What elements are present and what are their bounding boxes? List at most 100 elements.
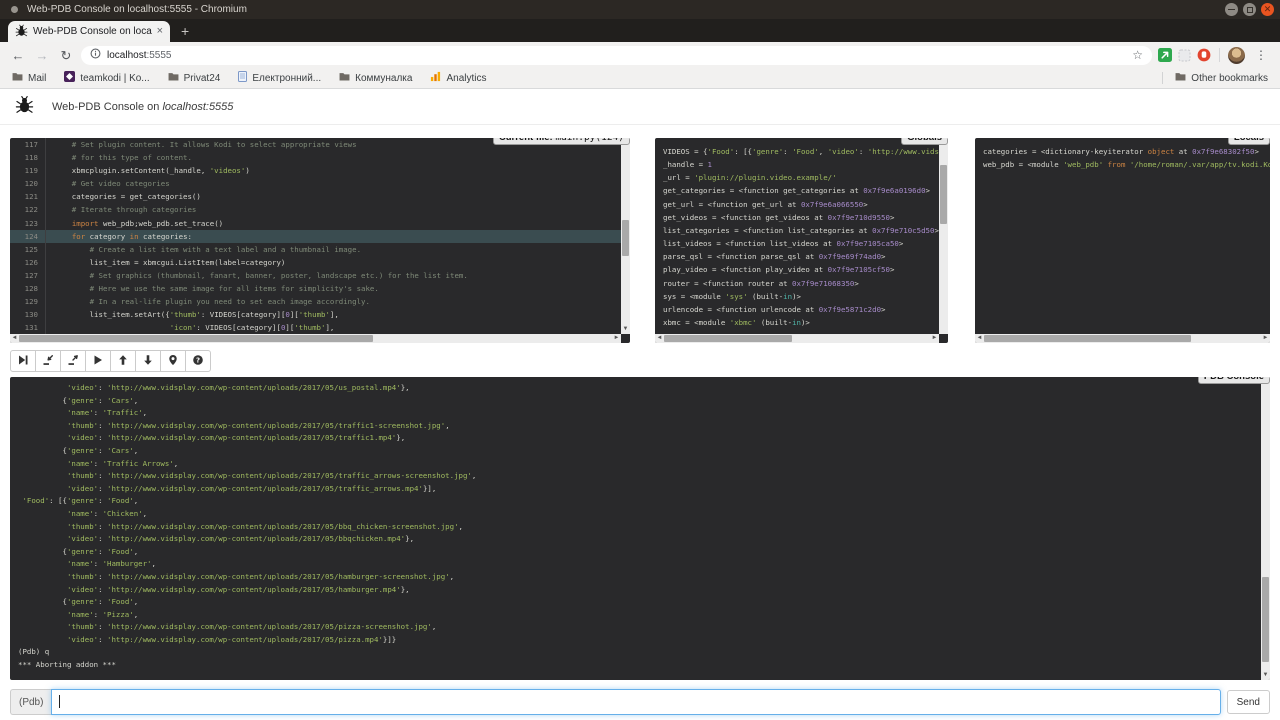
bug-logo-icon: [15, 95, 34, 119]
address-bar[interactable]: localhost:5555 ☆: [81, 46, 1152, 65]
reload-icon[interactable]: ↻: [57, 49, 75, 62]
console-line: 'name': 'Pizza',: [18, 609, 1262, 622]
console-line: {'genre': 'Cars',: [18, 395, 1262, 408]
extension-placeholder-icon[interactable]: [1178, 49, 1191, 62]
bookmark-item[interactable]: Analytics: [430, 71, 486, 85]
debug-toolbar: ?: [10, 350, 1270, 372]
extension-adblock-icon[interactable]: [1197, 48, 1211, 62]
text-caret: [59, 695, 60, 708]
console-line: *** Aborting addon ***: [18, 659, 1262, 672]
code-vertical-scrollbar[interactable]: ▲ ▼: [621, 138, 630, 334]
return-icon: [67, 354, 79, 369]
return-button[interactable]: [60, 350, 86, 372]
bug-favicon-icon: [15, 24, 28, 40]
globals-vertical-scrollbar[interactable]: [939, 138, 948, 334]
globals-panel: Globals VIDEOS = {'Food': [{'genre': 'Fo…: [655, 138, 948, 343]
bookmark-label: teamkodi | Ko...: [80, 73, 149, 84]
code-line-123: 123 import web_pdb;web_pdb.set_trace(): [10, 217, 630, 230]
console-line: 'thumb': 'http://www.vidsplay.com/wp-con…: [18, 470, 1262, 483]
maximize-button[interactable]: [1243, 3, 1256, 16]
help-icon: ?: [192, 354, 204, 369]
browser-tab[interactable]: Web-PDB Console on loca ×: [8, 21, 170, 42]
variable-line: xbmc = <module 'xbmc' (built-in)>: [663, 316, 940, 329]
kodi-icon: [64, 71, 75, 85]
next-button[interactable]: [10, 350, 36, 372]
bookmark-item[interactable]: Mail: [12, 72, 46, 84]
variable-line: _url = 'plugin://plugin.video.example/': [663, 171, 940, 184]
variable-line: list_videos = <function list_videos at 0…: [663, 237, 940, 250]
variable-line: categories = <dictionary-keyiterator obj…: [983, 145, 1262, 158]
code-line-130: 130 list_item.setArt({'thumb': VIDEOS[ca…: [10, 308, 630, 321]
console-line: {'genre': 'Food',: [18, 596, 1262, 609]
console-line: 'video': 'http://www.vidsplay.com/wp-con…: [18, 382, 1262, 395]
code-line-124: 124 for category in categories:: [10, 230, 630, 243]
bookmark-label: Електронний...: [252, 73, 321, 84]
bookmark-item[interactable]: Коммуналка: [339, 72, 412, 84]
console-line: 'thumb': 'http://www.vidsplay.com/wp-con…: [18, 621, 1262, 634]
bookmark-label: Analytics: [446, 73, 486, 84]
console-line: 'thumb': 'http://www.vidsplay.com/wp-con…: [18, 521, 1262, 534]
up-icon: [117, 354, 129, 369]
current-file-tag: Current file: main.py(124): [493, 138, 630, 145]
bookmark-label: Коммуналка: [355, 73, 412, 84]
locals-horizontal-scrollbar[interactable]: ◄ ►: [975, 334, 1270, 343]
site-info-icon[interactable]: [90, 48, 101, 62]
chart-icon: [430, 71, 441, 85]
window-titlebar: Web-PDB Console on localhost:5555 - Chro…: [0, 0, 1280, 19]
down-button[interactable]: [135, 350, 161, 372]
continue-button[interactable]: [85, 350, 111, 372]
variable-line: get_videos = <function get_videos at 0x7…: [663, 211, 940, 224]
code-line-129: 129 # In a real-life plugin you need to …: [10, 295, 630, 308]
code-line-118: 118 # for this type of content.: [10, 151, 630, 164]
forward-icon[interactable]: →: [33, 49, 51, 62]
profile-avatar[interactable]: [1228, 47, 1245, 64]
variable-line: sys = <module 'sys' (built-in)>: [663, 290, 940, 303]
variable-line: _handle = 1: [663, 158, 940, 171]
current-file-panel: Current file: main.py(124) 117 # Set plu…: [10, 138, 630, 343]
command-input[interactable]: [51, 689, 1220, 715]
console-line: 'video': 'http://www.vidsplay.com/wp-con…: [18, 584, 1262, 597]
console-line: {'genre': 'Food',: [18, 546, 1262, 559]
console-line: 'video': 'http://www.vidsplay.com/wp-con…: [18, 634, 1262, 647]
console-line: 'name': 'Hamburger',: [18, 558, 1262, 571]
back-icon[interactable]: ←: [9, 49, 27, 62]
toolbar-divider: [1219, 48, 1220, 62]
folder-icon: [168, 72, 179, 84]
code-line-126: 126 list_item = xbmcgui.ListItem(label=c…: [10, 256, 630, 269]
send-button[interactable]: Send: [1227, 690, 1270, 714]
locals-listing: categories = <dictionary-keyiterator obj…: [975, 138, 1270, 178]
pdb-console-panel: PDB Console 'video': 'http://www.vidspla…: [10, 377, 1270, 680]
variable-line: play_video = <function play_video at 0x7…: [663, 263, 940, 276]
other-bookmarks[interactable]: Other bookmarks: [1162, 72, 1268, 84]
up-button[interactable]: [110, 350, 136, 372]
console-line: 'video': 'http://www.vidsplay.com/wp-con…: [18, 432, 1262, 445]
bookmark-item[interactable]: teamkodi | Ko...: [64, 71, 149, 85]
code-listing: 117 # Set plugin content. It allows Kodi…: [10, 138, 630, 343]
folder-icon: [1175, 72, 1186, 84]
bookmark-item[interactable]: Електронний...: [238, 71, 321, 85]
code-line-122: 122 # Iterate through categories: [10, 203, 630, 216]
code-line-119: 119 xbmcplugin.setContent(_handle, 'vide…: [10, 164, 630, 177]
step-button[interactable]: [35, 350, 61, 372]
console-line: 'name': 'Chicken',: [18, 508, 1262, 521]
code-horizontal-scrollbar[interactable]: ◄ ►: [10, 334, 621, 343]
tab-title: Web-PDB Console on loca: [33, 26, 152, 37]
where-button[interactable]: [160, 350, 186, 372]
globals-horizontal-scrollbar[interactable]: ◄ ►: [655, 334, 939, 343]
close-button[interactable]: ✕: [1261, 3, 1274, 16]
new-tab-button[interactable]: +: [170, 24, 200, 38]
help-button[interactable]: ?: [185, 350, 211, 372]
bookmark-item[interactable]: Privat24: [168, 72, 221, 84]
tab-close-icon[interactable]: ×: [157, 26, 163, 37]
bookmark-star-icon[interactable]: ☆: [1132, 49, 1143, 61]
browser-menu-icon[interactable]: ⋮: [1251, 48, 1271, 62]
minimize-button[interactable]: [1225, 3, 1238, 16]
bookmark-label: Mail: [28, 73, 46, 84]
extension-green-icon[interactable]: [1158, 48, 1172, 62]
doc-icon: [238, 71, 247, 85]
code-line-128: 128 # Here we use the same image for all…: [10, 282, 630, 295]
globals-tag: Globals: [901, 138, 948, 145]
url-port: :5555: [146, 50, 171, 61]
folder-icon: [12, 72, 23, 84]
console-vertical-scrollbar[interactable]: ▲ ▼: [1261, 377, 1270, 680]
